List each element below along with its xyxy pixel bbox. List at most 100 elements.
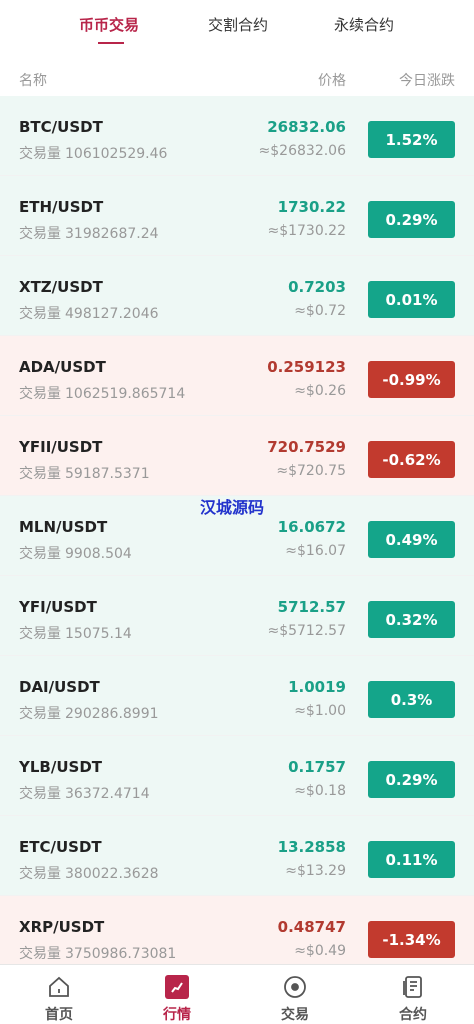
- bottom-nav: 首页 行情 交易 合约: [0, 964, 474, 1024]
- price: 16.0672: [277, 518, 346, 536]
- tab-perpetual-contract[interactable]: 永续合约: [334, 14, 394, 35]
- usd-price: ≈$1730.22: [267, 223, 346, 239]
- volume-label: 交易量: [19, 946, 61, 962]
- column-change: 今日涨跌: [399, 73, 455, 89]
- volume: 交易量 3750986.73081: [19, 943, 176, 963]
- home-icon: [49, 976, 69, 997]
- volume-label: 交易量: [19, 226, 61, 242]
- price: 26832.06: [267, 118, 346, 136]
- volume-value: 1062519.865714: [65, 386, 186, 402]
- market-row[interactable]: ETH/USDT 交易量 31982687.24 1730.22 ≈$1730.22 0.…: [0, 176, 474, 256]
- column-header: 名称 价格 今日涨跌: [0, 68, 474, 94]
- nav-market[interactable]: 行情: [118, 965, 236, 1024]
- volume-value: 380022.3628: [65, 866, 159, 882]
- market-row[interactable]: YFII/USDT 交易量 59187.5371 720.7529 ≈$720.75 -0…: [0, 416, 474, 496]
- trade-icon: [284, 976, 306, 998]
- usd-price: ≈$720.75: [276, 463, 346, 479]
- change-badge[interactable]: -0.62%: [368, 441, 455, 478]
- market-row[interactable]: DAI/USDT 交易量 290286.8991 1.0019 ≈$1.00 0.3%: [0, 656, 474, 736]
- tab-spot[interactable]: 币币交易: [79, 14, 139, 35]
- usd-price: ≈$0.72: [294, 303, 346, 319]
- price: 0.48747: [277, 918, 346, 936]
- volume-value: 36372.4714: [65, 786, 150, 802]
- volume-label: 交易量: [19, 786, 61, 802]
- volume: 交易量 106102529.46: [19, 143, 167, 163]
- usd-price: ≈$13.29: [285, 863, 346, 879]
- volume-label: 交易量: [19, 546, 61, 562]
- volume: 交易量 15075.14: [19, 623, 132, 643]
- pair-name: MLN/USDT: [19, 518, 108, 536]
- usd-price: ≈$0.26: [294, 383, 346, 399]
- market-row[interactable]: YFI/USDT 交易量 15075.14 5712.57 ≈$5712.57 0.32%: [0, 576, 474, 656]
- pair-name: YLB/USDT: [19, 758, 102, 776]
- volume: 交易量 1062519.865714: [19, 383, 185, 403]
- volume: 交易量 9908.504: [19, 543, 132, 563]
- change-badge[interactable]: 0.11%: [368, 841, 455, 878]
- usd-price: ≈$16.07: [285, 543, 346, 559]
- pair-name: YFI/USDT: [19, 598, 97, 616]
- market-row[interactable]: ETC/USDT 交易量 380022.3628 13.2858 ≈$13.29 0.11…: [0, 816, 474, 896]
- change-badge[interactable]: 0.29%: [368, 761, 455, 798]
- change-badge[interactable]: 0.32%: [368, 601, 455, 638]
- market-row[interactable]: YLB/USDT 交易量 36372.4714 0.1757 ≈$0.18 0.29%: [0, 736, 474, 816]
- volume-label: 交易量: [19, 866, 61, 882]
- price: 5712.57: [277, 598, 346, 616]
- volume-value: 498127.2046: [65, 306, 159, 322]
- nav-home[interactable]: 首页: [0, 965, 118, 1024]
- change-badge[interactable]: -0.99%: [368, 361, 455, 398]
- volume-value: 31982687.24: [65, 226, 159, 242]
- price: 720.7529: [267, 438, 346, 456]
- market-icon: [165, 975, 189, 999]
- volume-value: 9908.504: [65, 546, 132, 562]
- usd-price: ≈$0.18: [294, 783, 346, 799]
- pair-name: YFII/USDT: [19, 438, 103, 456]
- column-price: 价格: [318, 73, 346, 89]
- volume-label: 交易量: [19, 306, 61, 322]
- volume-value: 15075.14: [65, 626, 132, 642]
- watermark: 汉城源码: [200, 498, 265, 517]
- price: 0.259123: [267, 358, 346, 376]
- pair-name: ETC/USDT: [19, 838, 102, 856]
- usd-price: ≈$1.00: [294, 703, 346, 719]
- change-badge[interactable]: 1.52%: [368, 121, 455, 158]
- volume-label: 交易量: [19, 706, 61, 722]
- volume: 交易量 36372.4714: [19, 783, 150, 803]
- volume: 交易量 290286.8991: [19, 703, 159, 723]
- volume-label: 交易量: [19, 386, 61, 402]
- volume: 交易量 380022.3628: [19, 863, 159, 883]
- change-badge[interactable]: 0.3%: [368, 681, 455, 718]
- market-row[interactable]: BTC/USDT 交易量 106102529.46 26832.06 ≈$26832.0…: [0, 96, 474, 176]
- volume-label: 交易量: [19, 626, 61, 642]
- volume-value: 290286.8991: [65, 706, 159, 722]
- market-tabs: 币币交易 交割合约 永续合约: [0, 0, 474, 56]
- nav-trade-label: 交易: [281, 1007, 309, 1023]
- nav-home-label: 首页: [45, 1007, 73, 1023]
- nav-contract-label: 合约: [399, 1007, 427, 1023]
- column-name: 名称: [19, 73, 47, 89]
- price: 13.2858: [277, 838, 346, 856]
- pair-name: ADA/USDT: [19, 358, 106, 376]
- volume: 交易量 31982687.24: [19, 223, 159, 243]
- market-row[interactable]: ADA/USDT 交易量 1062519.865714 0.259123 ≈$0.26 -…: [0, 336, 474, 416]
- usd-price: ≈$0.49: [294, 943, 346, 959]
- price: 0.7203: [288, 278, 346, 296]
- nav-contract[interactable]: 合约: [354, 965, 472, 1024]
- volume-value: 106102529.46: [65, 146, 168, 162]
- market-row[interactable]: XTZ/USDT 交易量 498127.2046 0.7203 ≈$0.72 0.01%: [0, 256, 474, 336]
- usd-price: ≈$26832.06: [258, 143, 346, 159]
- change-badge[interactable]: 0.01%: [368, 281, 455, 318]
- pair-name: BTC/USDT: [19, 118, 103, 136]
- pair-name: XRP/USDT: [19, 918, 105, 936]
- change-badge[interactable]: -1.34%: [368, 921, 455, 958]
- change-badge[interactable]: 0.49%: [368, 521, 455, 558]
- change-badge[interactable]: 0.29%: [368, 201, 455, 238]
- volume-value: 59187.5371: [65, 466, 150, 482]
- tab-delivery-contract[interactable]: 交割合约: [208, 14, 268, 35]
- usd-price: ≈$5712.57: [267, 623, 346, 639]
- volume: 交易量 498127.2046: [19, 303, 159, 323]
- price: 1.0019: [288, 678, 346, 696]
- pair-name: DAI/USDT: [19, 678, 100, 696]
- price: 1730.22: [277, 198, 346, 216]
- volume-label: 交易量: [19, 146, 61, 162]
- nav-trade[interactable]: 交易: [236, 965, 354, 1024]
